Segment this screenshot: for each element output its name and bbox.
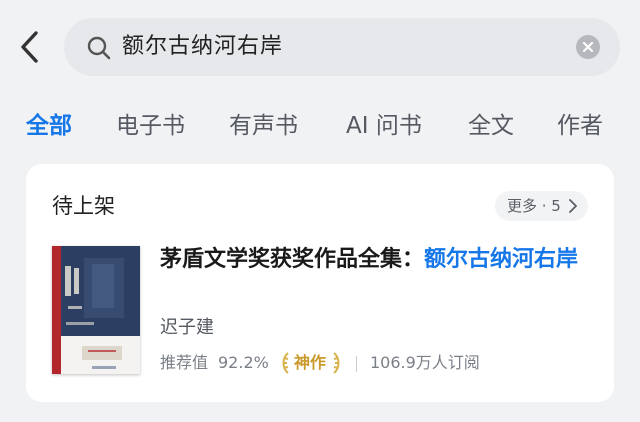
chevron-right-icon [569,199,577,213]
book-title-highlight: 额尔古纳河右岸 [424,247,579,272]
tab-audiobook[interactable]: 有声书 [229,106,298,146]
top-bar: 额尔古纳河右岸 [0,16,640,78]
search-input[interactable]: 额尔古纳河右岸 [122,32,283,62]
category-tabs: 全部 电子书 有声书 AI 问书 全文 作者 [0,106,640,148]
badge: 神作 [278,350,344,376]
book-meta: 推荐值 92.2% 神作 106.9万人订阅 [160,350,580,376]
rating-value: 92.2% [218,353,269,372]
clear-icon [582,41,594,53]
more-button[interactable]: 更多 · 5 [495,191,588,221]
back-button[interactable] [14,28,48,66]
subscriber-count: 106.9万人订阅 [370,353,480,372]
badge-label: 神作 [294,353,327,372]
search-field[interactable]: 额尔古纳河右岸 [64,18,620,76]
clear-search-button[interactable] [576,35,600,59]
book-title[interactable]: 茅盾文学奖获奖作品全集：额尔古纳河右岸 [160,243,590,276]
result-card: 待上架 更多 · 5 茅盾文学奖获奖作品全集：额尔古纳河右岸 迟子建 推荐值 9… [26,164,614,402]
book-author[interactable]: 迟子建 [160,315,214,341]
tab-all[interactable]: 全部 [26,106,72,146]
book-cover[interactable] [52,246,140,374]
more-label: 更多 · 5 [507,197,561,215]
tab-author[interactable]: 作者 [557,106,603,146]
book-cover-art [52,246,140,374]
tab-ebook[interactable]: 电子书 [116,106,185,146]
tab-fulltext[interactable]: 全文 [468,106,514,146]
back-arrow-icon [21,31,38,63]
rating-label: 推荐值 [160,353,209,372]
section-title: 待上架 [52,194,115,218]
book-title-prefix: 茅盾文学奖获奖作品全集： [160,247,425,272]
tab-ai-ask[interactable]: AI 问书 [346,106,422,146]
search-icon [87,36,111,60]
meta-divider [356,356,357,372]
